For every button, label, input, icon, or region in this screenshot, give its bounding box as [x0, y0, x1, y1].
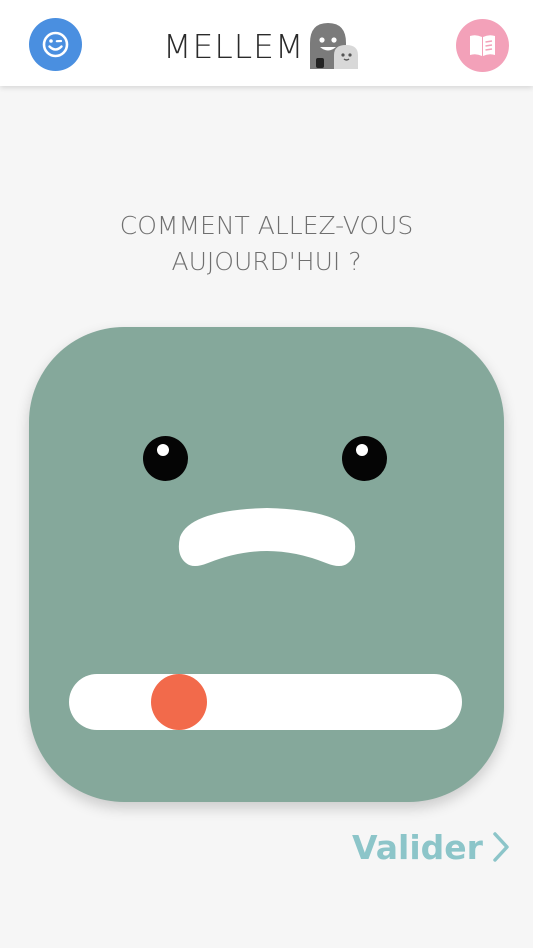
chevron-right-icon [493, 832, 509, 862]
frown-mouth-icon [178, 508, 356, 566]
open-book-icon [456, 19, 509, 72]
journal-button[interactable] [456, 19, 509, 72]
mood-slider-thumb[interactable] [151, 674, 208, 730]
validate-label: Valider [352, 827, 483, 867]
brand-name: MELLEM [163, 26, 305, 66]
brand-logo: MELLEM [163, 18, 362, 74]
app-header: MELLEM [0, 0, 533, 86]
mood-question: COMMENT ALLEZ-VOUS AUJOURD'HUI ? [40, 208, 493, 280]
mood-slider[interactable] [69, 674, 462, 730]
question-line-2: AUJOURD'HUI ? [171, 247, 362, 276]
mood-button[interactable] [29, 18, 82, 71]
mood-face-card [29, 327, 504, 802]
ghost-mascot-icon [310, 23, 359, 69]
smiley-face-icon [29, 18, 82, 71]
question-line-1: COMMENT ALLEZ-VOUS [119, 211, 414, 240]
validate-button[interactable]: Valider [352, 822, 511, 872]
left-eye [143, 436, 188, 481]
right-eye [342, 436, 387, 481]
